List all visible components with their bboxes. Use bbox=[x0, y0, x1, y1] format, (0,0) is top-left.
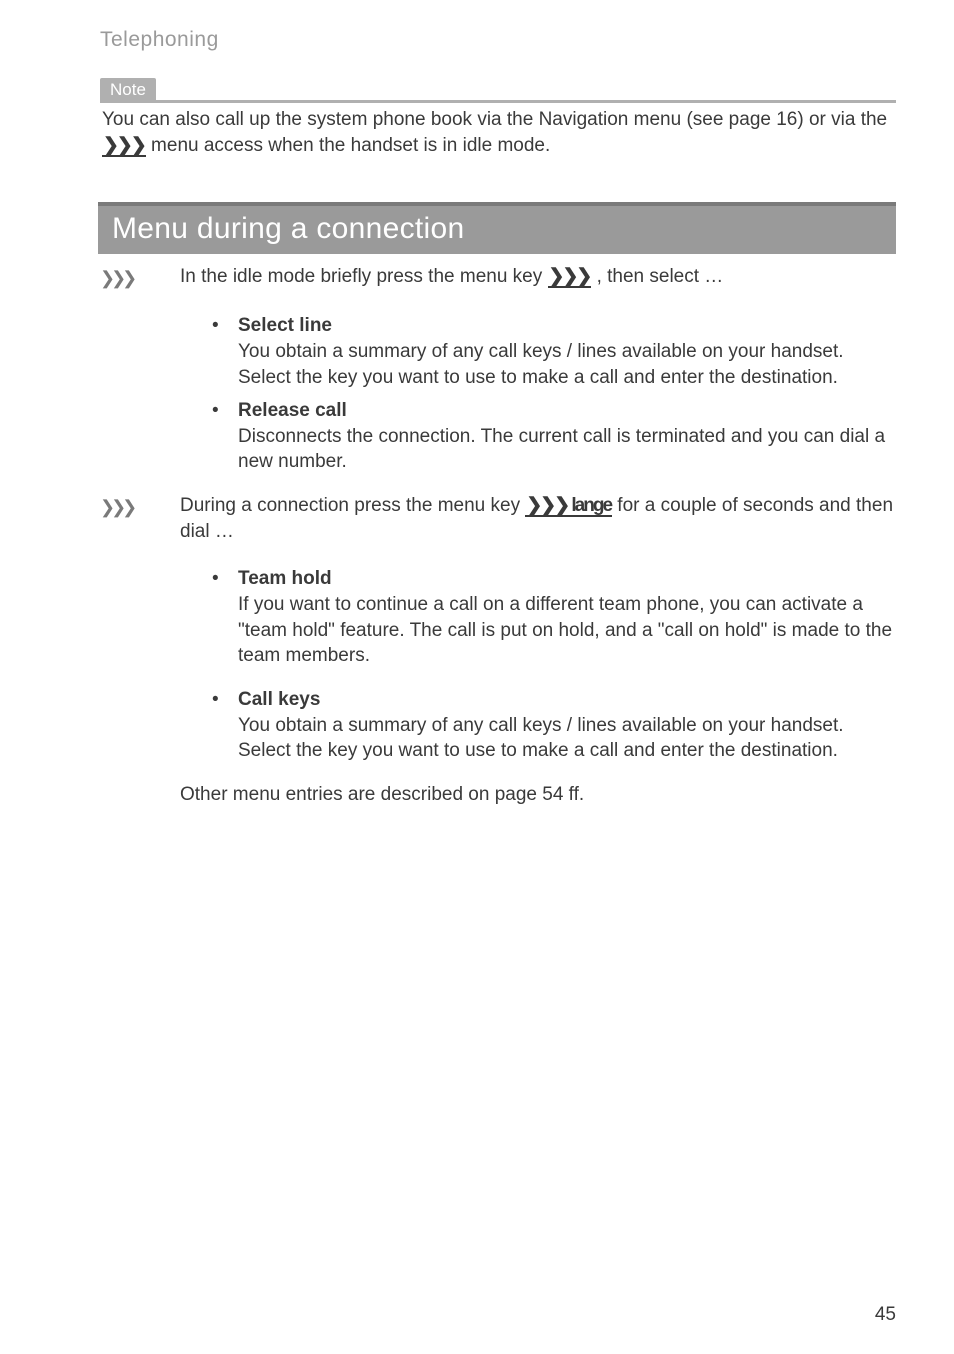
bullet-list-1: Select line You obtain a summary of any … bbox=[100, 313, 896, 475]
note-block: Note You can also call up the system pho… bbox=[100, 80, 896, 158]
step1-pre: In the idle mode briefly press the menu … bbox=[180, 266, 548, 287]
step-row-1: ❯❯❯ In the idle mode briefly press the m… bbox=[100, 264, 896, 291]
bullet-body: If you want to continue a call on a diff… bbox=[238, 592, 896, 669]
chevrons-icon: ❯❯❯ bbox=[100, 493, 156, 520]
step1-post: , then select … bbox=[591, 266, 723, 287]
note-text-pre: You can also call up the system phone bo… bbox=[102, 109, 887, 130]
running-head: Telephoning bbox=[100, 28, 896, 52]
note-text-post: menu access when the handset is in idle … bbox=[146, 135, 551, 156]
step2-pre: During a connection press the menu key bbox=[180, 495, 525, 516]
section-heading: Menu during a connection bbox=[98, 202, 896, 254]
step2-key-glyph: ❯❯❯ bbox=[526, 495, 568, 516]
list-item: Release call Disconnects the connection.… bbox=[212, 398, 896, 475]
step-row-2: ❯❯❯ During a connection press the menu k… bbox=[100, 493, 896, 544]
document-page: Telephoning Note You can also call up th… bbox=[0, 0, 954, 1354]
bullet-body: You obtain a summary of any call keys / … bbox=[238, 713, 896, 764]
bullet-title: Select line bbox=[238, 315, 332, 336]
list-item: Team hold If you want to continue a call… bbox=[212, 566, 896, 669]
step-2-text: During a connection press the menu key ❯… bbox=[156, 493, 896, 544]
bullet-list-2: Team hold If you want to continue a call… bbox=[100, 566, 896, 763]
page-number: 45 bbox=[875, 1304, 896, 1326]
note-body: You can also call up the system phone bo… bbox=[100, 100, 896, 158]
menu-key-icon: ❯❯❯ bbox=[102, 136, 146, 157]
note-label: Note bbox=[100, 78, 156, 102]
closing-text: Other menu entries are described on page… bbox=[100, 782, 896, 808]
step2-key-bold: lange bbox=[568, 495, 611, 516]
bullet-title: Call keys bbox=[238, 689, 320, 710]
bullet-body: Disconnects the connection. The current … bbox=[238, 424, 896, 475]
chevrons-icon: ❯❯❯ bbox=[100, 264, 156, 291]
bullet-title: Team hold bbox=[238, 568, 332, 589]
list-item: Select line You obtain a summary of any … bbox=[212, 313, 896, 390]
bullet-body: You obtain a summary of any call keys / … bbox=[238, 339, 896, 390]
bullet-title: Release call bbox=[238, 400, 347, 421]
section-heading-wrap: Menu during a connection bbox=[98, 202, 896, 254]
menu-key-icon: ❯❯❯ lange bbox=[525, 496, 612, 517]
menu-key-icon: ❯❯❯ bbox=[548, 267, 592, 288]
step-1-text: In the idle mode briefly press the menu … bbox=[156, 264, 896, 290]
list-item: Call keys You obtain a summary of any ca… bbox=[212, 687, 896, 764]
